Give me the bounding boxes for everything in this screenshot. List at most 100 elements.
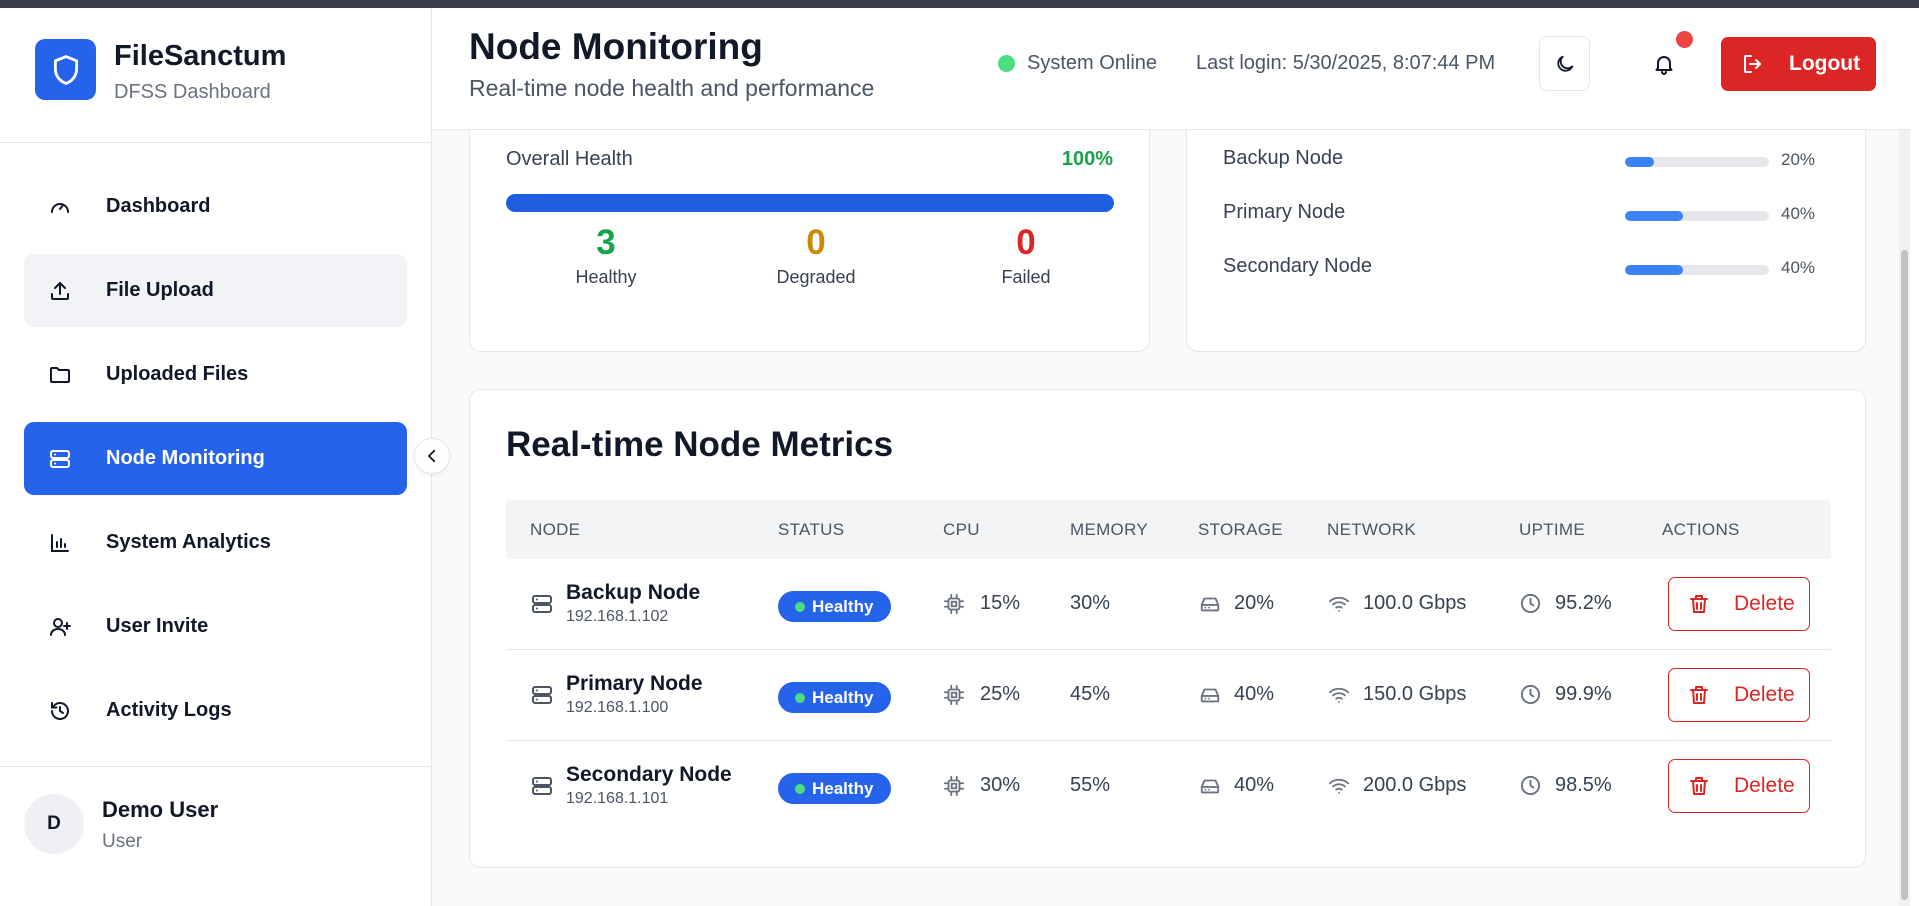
- window-right-edge: [1910, 8, 1919, 906]
- user-profile[interactable]: D Demo User User: [0, 766, 431, 906]
- hard-drive-icon: [1200, 779, 1220, 793]
- network-value: 150.0 Gbps: [1363, 683, 1467, 705]
- status-badge: Healthy: [778, 591, 891, 622]
- distribution-fill: [1625, 265, 1683, 275]
- column-header-network: NETWORK: [1327, 520, 1416, 539]
- status-label: Healthy: [812, 778, 874, 798]
- column-header-storage: STORAGE: [1198, 520, 1283, 539]
- scrollbar-thumb[interactable]: [1901, 250, 1908, 900]
- sidebar-item-file-upload[interactable]: File Upload: [24, 254, 407, 327]
- network-value: 200.0 Gbps: [1363, 774, 1467, 796]
- cpu-icon: [943, 775, 965, 796]
- stat-failed: 0 Failed: [956, 223, 1096, 288]
- sidebar-item-label: Dashboard: [106, 195, 211, 217]
- node-ip: 192.168.1.100: [566, 699, 669, 716]
- delete-node-button[interactable]: Delete: [1668, 759, 1810, 813]
- hard-drive-icon: [1200, 597, 1220, 611]
- overall-health-value: 100%: [1061, 148, 1113, 170]
- trash-icon: [1690, 777, 1708, 795]
- node-distribution-card: Backup Node 20% Primary Node 40% Seconda…: [1186, 130, 1866, 352]
- cpu-icon: [943, 684, 965, 705]
- vertical-scrollbar[interactable]: [1899, 130, 1910, 906]
- overall-health-label: Overall Health: [506, 148, 633, 170]
- clock-icon: [1520, 593, 1541, 614]
- column-header-uptime: UPTIME: [1519, 520, 1586, 539]
- overall-health-bar: [506, 194, 1114, 212]
- clock-icon: [1520, 775, 1541, 796]
- distribution-node-name: Primary Node: [1223, 201, 1346, 223]
- column-header-node: NODE: [530, 520, 581, 539]
- sidebar-item-user-invite[interactable]: User Invite: [24, 590, 407, 663]
- delete-label: Delete: [1734, 592, 1795, 615]
- network-cell: 100.0 Gbps: [1327, 592, 1466, 615]
- uptime-cell: 98.5%: [1519, 774, 1612, 797]
- status-badge: Healthy: [778, 773, 891, 804]
- server-icon: [532, 776, 552, 795]
- uptime-value: 98.5%: [1555, 774, 1612, 796]
- sidebar-item-label: System Analytics: [106, 531, 271, 553]
- distribution-fill: [1625, 211, 1683, 221]
- collapse-sidebar-button[interactable]: [414, 438, 450, 474]
- sidebar-item-label: Activity Logs: [106, 699, 232, 721]
- delete-node-button[interactable]: Delete: [1668, 668, 1810, 722]
- sidebar-item-label: File Upload: [106, 279, 214, 301]
- cpu-value: 25%: [980, 683, 1021, 705]
- cpu-value: 15%: [980, 592, 1021, 614]
- column-header-cpu: CPU: [943, 520, 980, 539]
- upload-icon: [46, 277, 74, 305]
- status-label: Healthy: [812, 596, 874, 616]
- user-name: Demo User: [102, 797, 219, 822]
- table-row: Primary Node 192.168.1.100 Healthy 25% 4…: [506, 650, 1831, 741]
- bar-chart-icon: [46, 529, 74, 557]
- storage-cell: 40%: [1198, 683, 1274, 706]
- node-cell: Secondary Node 192.168.1.101: [530, 763, 732, 808]
- column-header-memory: MEMORY: [1070, 520, 1148, 539]
- last-login: Last login: 5/30/2025, 8:07:44 PM: [1196, 52, 1496, 74]
- sidebar-item-activity-logs[interactable]: Activity Logs: [24, 674, 407, 747]
- wifi-icon: [1328, 687, 1350, 703]
- distribution-percent: 20%: [1781, 150, 1816, 169]
- node-name: Primary Node: [566, 672, 703, 695]
- main-content: Overall Health 100% 3 Healthy 0 Degraded…: [432, 130, 1899, 906]
- avatar: D: [24, 794, 84, 854]
- memory-value: 45%: [1070, 683, 1111, 705]
- stat-number: 0: [806, 223, 826, 262]
- table-header: NODE STATUS CPU MEMORY STORAGE NETWORK U…: [506, 500, 1831, 559]
- uptime-cell: 95.2%: [1519, 592, 1612, 615]
- history-icon: [46, 697, 74, 725]
- stat-number: 0: [1016, 223, 1036, 262]
- wifi-icon: [1328, 596, 1350, 612]
- delete-node-button[interactable]: Delete: [1668, 577, 1810, 631]
- moon-icon: [1556, 55, 1573, 72]
- memory-value: 30%: [1070, 592, 1111, 614]
- distribution-percent: 40%: [1781, 204, 1816, 223]
- window-top-strip: [0, 0, 1919, 8]
- brand-subtitle: DFSS Dashboard: [114, 81, 271, 103]
- table-row: Backup Node 192.168.1.102 Healthy 15% 30…: [506, 559, 1831, 650]
- node-cell: Backup Node 192.168.1.102: [530, 581, 700, 626]
- page-header: Node Monitoring Real-time node health an…: [432, 8, 1910, 130]
- page-title: Node Monitoring: [469, 26, 763, 67]
- sidebar-item-label: Uploaded Files: [106, 363, 249, 385]
- server-icon: [46, 445, 74, 473]
- distribution-percent: 40%: [1781, 258, 1816, 277]
- stat-number: 3: [596, 223, 616, 262]
- sidebar-item-system-analytics[interactable]: System Analytics: [24, 506, 407, 579]
- clock-icon: [1520, 684, 1541, 705]
- uptime-value: 95.2%: [1555, 592, 1612, 614]
- logout-button[interactable]: Logout: [1721, 37, 1876, 91]
- sidebar-item-node-monitoring[interactable]: Node Monitoring: [24, 422, 407, 495]
- overall-health-fill: [506, 194, 1114, 212]
- column-header-status: STATUS: [778, 520, 845, 539]
- sidebar-item-dashboard[interactable]: Dashboard: [24, 170, 407, 243]
- sidebar-item-uploaded-files[interactable]: Uploaded Files: [24, 338, 407, 411]
- trash-icon: [1690, 686, 1708, 704]
- health-card: Overall Health 100% 3 Healthy 0 Degraded…: [469, 130, 1150, 352]
- uptime-value: 99.9%: [1555, 683, 1612, 705]
- theme-toggle-button[interactable]: [1539, 36, 1590, 91]
- node-metrics-card: Real-time Node Metrics NODE STATUS CPU M…: [469, 389, 1866, 868]
- cpu-cell: 15%: [943, 592, 1020, 615]
- status-label: Healthy: [812, 687, 874, 707]
- node-ip: 192.168.1.102: [566, 608, 669, 625]
- notification-badge: [1676, 31, 1693, 48]
